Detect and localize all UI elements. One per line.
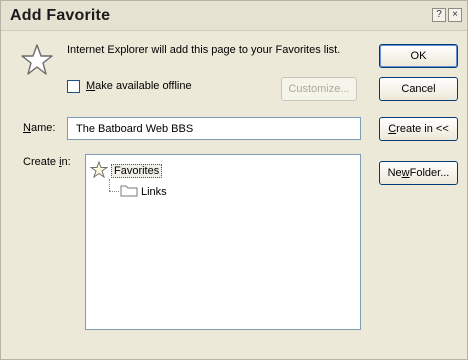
ok-button[interactable]: OK	[379, 44, 458, 68]
folder-icon	[120, 183, 138, 200]
tree-connector	[109, 191, 119, 192]
help-button[interactable]: ?	[432, 8, 446, 22]
tree-node-favorites[interactable]: Favorites	[89, 160, 163, 181]
tree-node-label[interactable]: Favorites	[111, 164, 163, 178]
name-input[interactable]: The Batboard Web BBS	[67, 117, 361, 140]
star-icon	[21, 43, 53, 77]
offline-checkbox[interactable]	[67, 79, 80, 93]
star-icon	[89, 160, 109, 181]
name-label: Name:	[23, 122, 56, 134]
create-in-button[interactable]: Create in <<	[379, 117, 458, 141]
offline-option[interactable]: Make available offline	[67, 78, 192, 94]
cancel-button[interactable]: Cancel	[379, 77, 458, 101]
offline-label[interactable]: Make available offline	[86, 80, 192, 92]
window-title: Add Favorite	[10, 7, 111, 24]
info-message: Internet Explorer will add this page to …	[67, 44, 341, 56]
title-bar[interactable]: Add Favorite ? ×	[1, 1, 467, 31]
tree-node-label[interactable]: Links	[141, 186, 167, 198]
close-button[interactable]: ×	[448, 8, 462, 22]
tree-node-links[interactable]: Links	[120, 183, 167, 200]
new-folder-button[interactable]: Ne w Folder...	[379, 161, 458, 185]
create-in-label: Create in:	[23, 156, 71, 168]
add-favorite-dialog: Add Favorite ? × Internet Explorer will …	[0, 0, 468, 360]
folder-tree[interactable]: Favorites Links	[85, 154, 361, 330]
customize-button[interactable]: Customize...	[281, 77, 357, 101]
